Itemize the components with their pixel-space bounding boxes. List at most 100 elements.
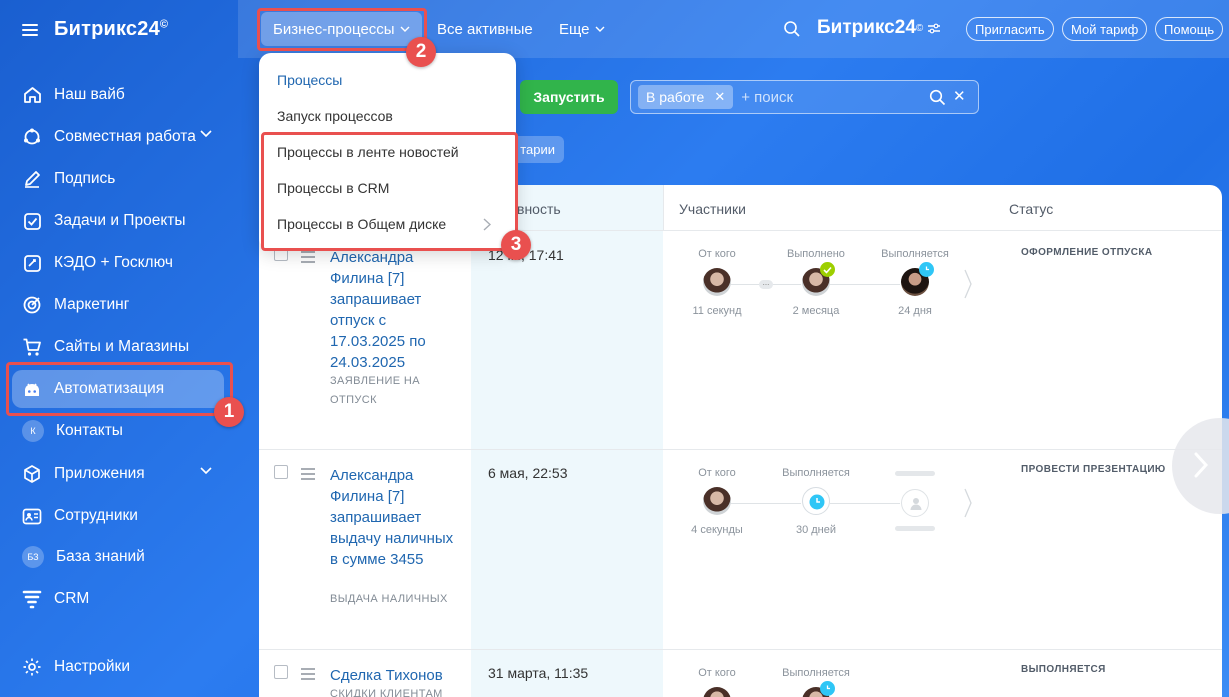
- table-row[interactable]: Сделка Тихонов СКИДКИ КЛИЕНТАМ 31 марта,…: [259, 650, 1222, 697]
- sidebar-item-label: Совместная работа: [54, 128, 196, 145]
- run-process-button[interactable]: Запустить: [520, 80, 618, 114]
- clock-icon: [919, 262, 934, 277]
- callout-badge-2: 2: [406, 37, 436, 67]
- drag-handle-icon[interactable]: [301, 468, 315, 483]
- avatar: [901, 262, 934, 296]
- table-row[interactable]: Александра Филина [7] запрашивает отпуск…: [259, 231, 1222, 450]
- topbar-logo[interactable]: Битрикс24 ©: [817, 17, 941, 39]
- placeholder-bar: [895, 471, 935, 476]
- participant-from[interactable]: От кого 11 секунд: [677, 248, 757, 317]
- collab-icon: [22, 127, 42, 147]
- menu-item-launch[interactable]: Запуск процессов: [277, 108, 393, 124]
- search-filter-box[interactable]: В работе ✕ + поиск ✕: [630, 80, 979, 114]
- clear-icon[interactable]: ✕: [953, 87, 966, 105]
- gear-icon: [22, 657, 42, 677]
- avatar: [703, 487, 731, 515]
- clock-icon: [820, 681, 835, 696]
- drag-handle-icon[interactable]: [301, 668, 315, 683]
- sidebar-item-collab[interactable]: Совместная работа: [12, 118, 224, 156]
- highlight-business-processes: [257, 8, 427, 51]
- sidebar-item-marketing[interactable]: Маркетинг: [12, 286, 224, 324]
- callout-badge-1: 1: [214, 397, 244, 427]
- participant-time: 30 дней: [795, 524, 837, 536]
- process-status: ОФОРМЛЕНИЕ ОТПУСКА: [1021, 247, 1153, 258]
- sidebar-item-label: CRM: [54, 590, 90, 607]
- help-button[interactable]: Помощь: [1155, 17, 1224, 41]
- tab-more[interactable]: Еще: [559, 12, 605, 46]
- participant-done[interactable]: Выполнено 2 месяца: [776, 248, 856, 317]
- knowledge-badge: БЗ: [22, 546, 44, 568]
- col-participants[interactable]: Участники: [679, 201, 746, 217]
- participant-label: Выполняется: [782, 667, 850, 679]
- sidebar-item-vibe[interactable]: Наш вайб: [12, 76, 224, 114]
- avatar: [703, 268, 731, 296]
- sidebar-item-label: Сайты и Магазины: [54, 338, 190, 355]
- participant-label: Выполняется: [782, 467, 850, 479]
- empty-avatar-icon: [901, 489, 929, 517]
- chevron-right-icon[interactable]: [964, 269, 972, 299]
- sidebar-item-label: База знаний: [56, 548, 145, 565]
- checkbox-icon: [22, 211, 42, 231]
- process-title-link[interactable]: Сделка Тихонов: [330, 665, 455, 686]
- sidebar-item-knowledge[interactable]: БЗ База знаний: [12, 538, 224, 576]
- invite-button[interactable]: Пригласить: [966, 17, 1054, 41]
- row-checkbox[interactable]: [274, 665, 288, 679]
- brand-logo[interactable]: Битрикс24©: [54, 18, 168, 41]
- row-checkbox[interactable]: [274, 465, 288, 479]
- menu-icon[interactable]: [22, 23, 38, 36]
- sidebar-item-apps[interactable]: Приложения: [12, 455, 224, 493]
- sidebar-item-label: Сотрудники: [54, 507, 138, 524]
- chevron-right-icon: [1194, 452, 1208, 478]
- search-icon[interactable]: [929, 89, 946, 106]
- avatar: [703, 687, 731, 697]
- participant-in-progress[interactable]: Выполняется 24 дня: [875, 248, 955, 317]
- sidebar-item-tasks[interactable]: Задачи и Проекты: [12, 202, 224, 240]
- participant-time: 24 дня: [898, 305, 932, 317]
- connector-line: [830, 503, 900, 504]
- sidebar-item-sign[interactable]: Подпись: [12, 160, 224, 198]
- process-title-link[interactable]: Александра Филина [7] запрашивает отпуск…: [330, 247, 455, 373]
- close-icon[interactable]: ✕: [714, 89, 725, 105]
- col-status[interactable]: Статус: [1009, 201, 1053, 217]
- my-plan-button[interactable]: Мой тариф: [1062, 17, 1148, 41]
- participant-from[interactable]: От кого: [677, 667, 757, 697]
- drag-handle-icon[interactable]: [301, 251, 315, 266]
- sidebar-item-kedo[interactable]: КЭДО + Госключ: [12, 244, 224, 282]
- processes-table: вность Участники Статус Александра Филин…: [259, 185, 1222, 697]
- sidebar-item-label: Контакты: [56, 422, 123, 439]
- process-title-link[interactable]: Александра Филина [7] запрашивает выдачу…: [330, 465, 455, 570]
- participant-in-progress[interactable]: Выполняется: [776, 667, 856, 697]
- more-participants-icon[interactable]: ...: [759, 279, 773, 289]
- sidebar-item-sites[interactable]: Сайты и Магазины: [12, 328, 224, 366]
- sidebar-item-employees[interactable]: Сотрудники: [12, 497, 224, 535]
- chevron-down-icon: [595, 26, 605, 32]
- sidebar-item-label: Наш вайб: [54, 86, 125, 103]
- sidebar-item-label: Подпись: [54, 170, 116, 187]
- clock-avatar: [802, 487, 830, 515]
- target-icon: [22, 295, 42, 315]
- process-type: ЗАЯВЛЕНИЕ НА ОТПУСК: [330, 375, 421, 406]
- participant-label: От кого: [698, 667, 736, 679]
- chevron-right-icon[interactable]: [964, 488, 972, 518]
- placeholder-bar: [895, 526, 935, 531]
- home-icon: [22, 85, 42, 105]
- sidebar-item-contacts[interactable]: К Контакты: [12, 412, 224, 450]
- col-activity[interactable]: вность: [517, 201, 561, 217]
- sidebar: Битрикс24© Наш вайб Совместная работа По…: [0, 0, 238, 697]
- avatar: [802, 262, 835, 296]
- document-sign-icon: [22, 253, 42, 273]
- sidebar-item-settings[interactable]: Настройки: [12, 648, 224, 686]
- participant-in-progress[interactable]: Выполняется 30 дней: [776, 467, 856, 536]
- chevron-down-icon: [200, 130, 212, 138]
- column-divider: [663, 185, 664, 231]
- participant-from[interactable]: От кого 4 секунды: [677, 467, 757, 536]
- menu-item-processes[interactable]: Процессы: [277, 72, 342, 88]
- table-row[interactable]: Александра Филина [7] запрашивает выдачу…: [259, 450, 1222, 650]
- tab-all-active[interactable]: Все активные: [437, 12, 533, 46]
- participant-label: Выполняется: [881, 248, 949, 260]
- filter-chip-in-progress[interactable]: В работе ✕: [638, 85, 734, 109]
- search-input[interactable]: + поиск: [741, 89, 793, 106]
- sidebar-item-crm[interactable]: CRM: [12, 580, 224, 618]
- search-icon[interactable]: [783, 20, 801, 38]
- settings-sliders-icon[interactable]: [927, 22, 941, 34]
